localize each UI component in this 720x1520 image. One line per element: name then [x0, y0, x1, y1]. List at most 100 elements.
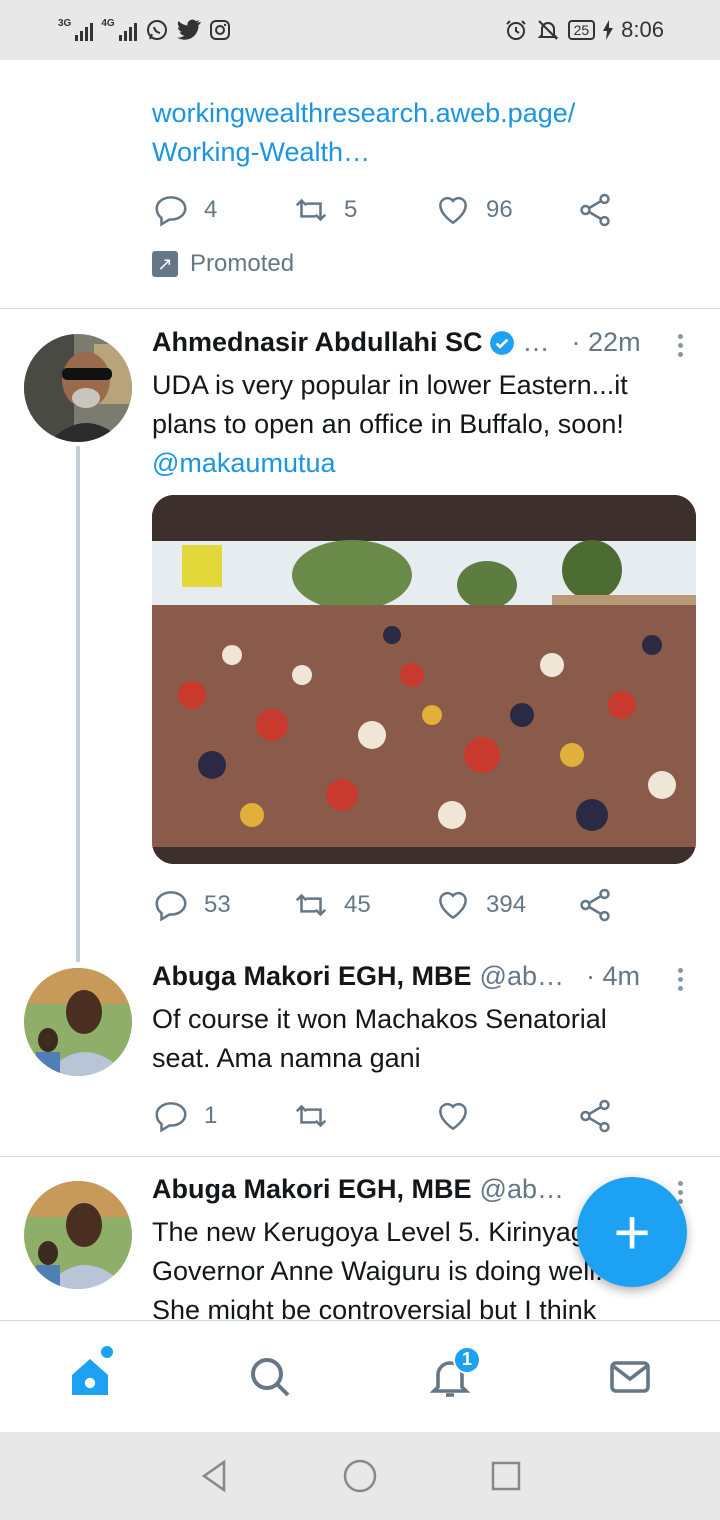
share-icon	[580, 888, 610, 922]
plus-icon: +	[613, 1196, 651, 1268]
tweet-time[interactable]: · 22m	[572, 327, 641, 358]
tweet-time[interactable]: · 4m	[586, 961, 640, 992]
signal-4g-icon: 4G	[101, 18, 137, 41]
back-icon[interactable]	[194, 1456, 234, 1496]
system-navigation-bar	[0, 1432, 720, 1520]
divider	[0, 1156, 720, 1157]
tweet-text-line: seat. Ama namna gani	[152, 1043, 421, 1073]
twitter-icon	[176, 19, 201, 40]
recents-icon[interactable]	[486, 1456, 526, 1496]
share-button[interactable]	[576, 886, 614, 924]
new-content-dot	[101, 1345, 113, 1358]
tweet-actions: 1	[152, 1096, 614, 1136]
retweet-button[interactable]: 45	[292, 886, 434, 924]
heart-icon	[439, 196, 467, 225]
share-icon	[580, 193, 610, 227]
tweet-text-line: plans to open an office in Buffalo, soon…	[152, 409, 624, 439]
promoted-icon: ↗	[152, 251, 178, 277]
tweet-text: UDA is very popular in lower Eastern...i…	[152, 366, 697, 483]
mail-icon	[610, 1360, 650, 1393]
mention-link[interactable]: @makaumutua	[152, 444, 697, 483]
reply-icon	[155, 196, 187, 227]
heart-icon	[439, 891, 467, 920]
retweet-icon	[295, 893, 327, 917]
notification-badge: 1	[453, 1345, 481, 1374]
status-bar: 3G 4G 25 8:06	[0, 0, 720, 60]
tweet-text-line: She might be controversial but I think	[152, 1295, 597, 1320]
mute-icon	[537, 20, 559, 40]
nav-home[interactable]	[45, 1332, 135, 1422]
nav-search[interactable]	[225, 1332, 315, 1422]
promoted-indicator: ↗ Promoted	[152, 250, 294, 278]
reply-button[interactable]: 4	[152, 191, 292, 229]
tweet-header: Abuga Makori EGH, MBE @ab… · 4m	[152, 961, 692, 992]
bottom-navigation: 1	[0, 1320, 720, 1432]
retweet-button[interactable]	[292, 1097, 434, 1135]
signal-3g-icon: 3G	[58, 18, 94, 41]
reply-button[interactable]: 1	[152, 1097, 292, 1135]
home-circle-icon[interactable]	[340, 1456, 380, 1496]
promo-link-line-1[interactable]: workingwealthresearch.aweb.page/	[152, 94, 575, 133]
share-icon	[580, 1099, 610, 1133]
network-type-1: 3G	[58, 18, 72, 29]
tweet-image[interactable]	[152, 495, 696, 864]
reply-count: 4	[204, 196, 218, 223]
author-name[interactable]: Abuga Makori EGH, MBE	[152, 961, 472, 992]
reply-count: 1	[204, 1102, 218, 1129]
more-options-icon[interactable]	[670, 968, 690, 991]
verified-icon	[489, 330, 514, 355]
promoted-label: Promoted	[190, 250, 295, 277]
promo-link[interactable]: workingwealthresearch.aweb.page/ Working…	[152, 94, 575, 172]
timeline-feed[interactable]: workingwealthresearch.aweb.page/ Working…	[0, 60, 720, 1320]
like-button[interactable]	[434, 1097, 576, 1135]
author-handle[interactable]: …	[523, 327, 550, 358]
like-count: 96	[486, 196, 513, 223]
tweet-actions: 53 45 394	[152, 885, 614, 925]
like-button[interactable]: 394	[434, 886, 576, 924]
reply-count: 53	[204, 891, 231, 918]
author-handle[interactable]: @ab…	[480, 961, 564, 992]
promo-link-line-2[interactable]: Working-Wealth…	[152, 133, 575, 172]
author-name[interactable]: Ahmednasir Abdullahi SC	[152, 327, 483, 358]
heart-icon	[439, 1102, 467, 1131]
home-icon	[72, 1358, 108, 1395]
network-type-2: 4G	[101, 18, 115, 29]
share-button[interactable]	[576, 1097, 614, 1135]
reply-icon	[155, 891, 187, 922]
like-button[interactable]: 96	[434, 191, 576, 229]
retweet-icon	[295, 198, 327, 222]
alarm-icon	[505, 20, 526, 40]
tweet-text-line: Of course it won Machakos Senatorial	[152, 1004, 607, 1034]
retweet-count: 45	[344, 891, 371, 918]
clock: 8:06	[621, 17, 664, 42]
avatar[interactable]	[24, 334, 132, 442]
status-bar-right: 25 8:06	[504, 17, 664, 43]
share-button[interactable]	[576, 191, 614, 229]
search-icon	[251, 1357, 290, 1396]
promo-actions: 4 5 96	[152, 190, 614, 230]
retweet-count: 5	[344, 196, 358, 223]
avatar[interactable]	[24, 968, 132, 1076]
like-count: 394	[486, 891, 527, 918]
whatsapp-icon	[146, 20, 167, 40]
more-options-icon[interactable]	[670, 334, 690, 357]
nav-notifications[interactable]: 1	[405, 1332, 495, 1422]
status-bar-left: 3G 4G	[58, 18, 231, 42]
author-handle[interactable]: @ab…	[480, 1174, 564, 1205]
nav-messages[interactable]	[585, 1332, 675, 1422]
tweet-header: Ahmednasir Abdullahi SC … · 22m	[152, 327, 692, 358]
charging-icon	[603, 20, 614, 40]
thread-line	[76, 446, 80, 962]
reply-icon	[155, 1102, 187, 1133]
battery-icon: 25	[567, 20, 596, 40]
instagram-icon	[209, 20, 230, 40]
divider	[0, 308, 720, 309]
reply-button[interactable]: 53	[152, 886, 292, 924]
compose-tweet-button[interactable]: +	[577, 1177, 687, 1287]
tweet-text-line: UDA is very popular in lower Eastern...i…	[152, 370, 628, 400]
avatar[interactable]	[24, 1181, 132, 1289]
retweet-icon	[295, 1104, 327, 1128]
tweet-text: Of course it won Machakos Senatorial sea…	[152, 1000, 697, 1078]
retweet-button[interactable]: 5	[292, 191, 434, 229]
author-name[interactable]: Abuga Makori EGH, MBE	[152, 1174, 472, 1205]
